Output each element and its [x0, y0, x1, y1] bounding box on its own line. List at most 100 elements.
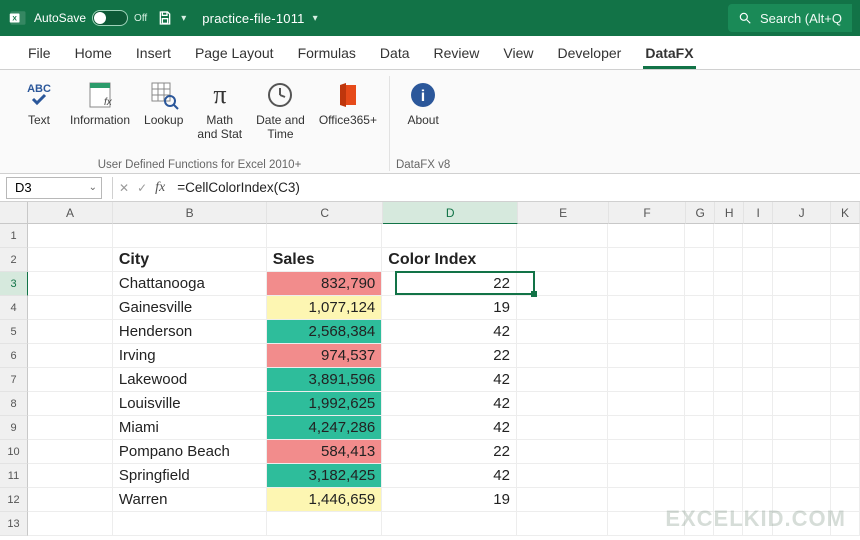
- cell-A5[interactable]: [28, 320, 113, 344]
- name-box[interactable]: D3 ⌄: [6, 177, 102, 199]
- cell-C3[interactable]: 832,790: [267, 272, 383, 296]
- cancel-icon[interactable]: ✕: [119, 181, 129, 195]
- cell-F2[interactable]: [608, 248, 685, 272]
- cell-B1[interactable]: [113, 224, 267, 248]
- cell-E6[interactable]: [517, 344, 608, 368]
- cell-A7[interactable]: [28, 368, 113, 392]
- col-header-D[interactable]: D: [383, 202, 518, 224]
- cell-I6[interactable]: [743, 344, 772, 368]
- cell-B11[interactable]: Springfield: [113, 464, 267, 488]
- cell-C12[interactable]: 1,446,659: [267, 488, 383, 512]
- col-header-F[interactable]: F: [609, 202, 686, 224]
- col-header-J[interactable]: J: [773, 202, 831, 224]
- cell-B10[interactable]: Pompano Beach: [113, 440, 267, 464]
- row-header-7[interactable]: 7: [0, 368, 28, 392]
- cell-F12[interactable]: [608, 488, 685, 512]
- tab-datafx[interactable]: DataFX: [633, 36, 705, 69]
- cell-G2[interactable]: [685, 248, 714, 272]
- cell-J7[interactable]: [773, 368, 831, 392]
- row-header-9[interactable]: 9: [0, 416, 28, 440]
- col-header-H[interactable]: H: [715, 202, 744, 224]
- tab-insert[interactable]: Insert: [124, 36, 183, 69]
- cell-H13[interactable]: [714, 512, 743, 536]
- cell-I4[interactable]: [743, 296, 772, 320]
- cell-H11[interactable]: [714, 464, 743, 488]
- cell-H8[interactable]: [714, 392, 743, 416]
- cell-G8[interactable]: [685, 392, 714, 416]
- cell-I7[interactable]: [743, 368, 772, 392]
- cell-I3[interactable]: [743, 272, 772, 296]
- cell-C6[interactable]: 974,537: [267, 344, 383, 368]
- row-header-6[interactable]: 6: [0, 344, 28, 368]
- tab-formulas[interactable]: Formulas: [286, 36, 368, 69]
- cell-H3[interactable]: [714, 272, 743, 296]
- ribbon-btn-information[interactable]: fxInformation: [64, 76, 136, 144]
- cell-I9[interactable]: [743, 416, 772, 440]
- cell-A13[interactable]: [28, 512, 113, 536]
- cell-E7[interactable]: [517, 368, 608, 392]
- row-header-12[interactable]: 12: [0, 488, 28, 512]
- qat-dropdown-icon[interactable]: ▾: [181, 13, 186, 24]
- cell-I13[interactable]: [743, 512, 772, 536]
- cell-J9[interactable]: [773, 416, 831, 440]
- cell-H1[interactable]: [714, 224, 743, 248]
- row-header-10[interactable]: 10: [0, 440, 28, 464]
- cell-A9[interactable]: [28, 416, 113, 440]
- cell-I1[interactable]: [743, 224, 772, 248]
- cell-G9[interactable]: [685, 416, 714, 440]
- col-header-A[interactable]: A: [28, 202, 113, 224]
- tab-home[interactable]: Home: [63, 36, 124, 69]
- cell-B8[interactable]: Louisville: [113, 392, 267, 416]
- cell-G13[interactable]: [685, 512, 714, 536]
- cell-J2[interactable]: [773, 248, 831, 272]
- cell-F9[interactable]: [608, 416, 685, 440]
- ribbon-btn-lookup[interactable]: Lookup: [138, 76, 189, 144]
- cell-D12[interactable]: 19: [382, 488, 517, 512]
- cell-F13[interactable]: [608, 512, 685, 536]
- cell-K1[interactable]: [831, 224, 860, 248]
- cell-K5[interactable]: [831, 320, 860, 344]
- cell-I12[interactable]: [743, 488, 772, 512]
- ribbon-btn-math[interactable]: πMathand Stat: [191, 76, 248, 144]
- cell-B13[interactable]: [113, 512, 267, 536]
- cell-H12[interactable]: [714, 488, 743, 512]
- col-header-K[interactable]: K: [831, 202, 860, 224]
- cell-B7[interactable]: Lakewood: [113, 368, 267, 392]
- cell-G5[interactable]: [685, 320, 714, 344]
- cell-A11[interactable]: [28, 464, 113, 488]
- cell-D10[interactable]: 22: [382, 440, 517, 464]
- ribbon-btn-date-and[interactable]: Date andTime: [250, 76, 311, 144]
- tab-file[interactable]: File: [16, 36, 63, 69]
- cell-J5[interactable]: [773, 320, 831, 344]
- cell-C7[interactable]: 3,891,596: [267, 368, 383, 392]
- row-header-3[interactable]: 3: [0, 272, 28, 296]
- col-header-I[interactable]: I: [744, 202, 773, 224]
- cell-E2[interactable]: [517, 248, 608, 272]
- cell-A6[interactable]: [28, 344, 113, 368]
- fx-icon[interactable]: fx: [155, 180, 165, 196]
- cell-D3[interactable]: 22: [382, 272, 517, 296]
- spreadsheet-grid[interactable]: 12345678910111213 ABCDEFGHIJK CitySalesC…: [0, 202, 860, 540]
- cell-H5[interactable]: [714, 320, 743, 344]
- cell-H9[interactable]: [714, 416, 743, 440]
- cell-J12[interactable]: [773, 488, 831, 512]
- cell-B6[interactable]: Irving: [113, 344, 267, 368]
- cell-B3[interactable]: Chattanooga: [113, 272, 267, 296]
- cell-C4[interactable]: 1,077,124: [267, 296, 383, 320]
- row-header-1[interactable]: 1: [0, 224, 28, 248]
- cell-E9[interactable]: [517, 416, 608, 440]
- cell-I5[interactable]: [743, 320, 772, 344]
- cell-G1[interactable]: [685, 224, 714, 248]
- cell-E12[interactable]: [517, 488, 608, 512]
- filename-dropdown-icon[interactable]: ▾: [313, 13, 318, 24]
- search-box[interactable]: Search (Alt+Q: [728, 4, 852, 32]
- cell-H7[interactable]: [714, 368, 743, 392]
- cell-J8[interactable]: [773, 392, 831, 416]
- cell-J10[interactable]: [773, 440, 831, 464]
- cell-J11[interactable]: [773, 464, 831, 488]
- cell-F4[interactable]: [608, 296, 685, 320]
- cell-A8[interactable]: [28, 392, 113, 416]
- cell-J1[interactable]: [773, 224, 831, 248]
- col-header-B[interactable]: B: [113, 202, 267, 224]
- cell-D9[interactable]: 42: [382, 416, 517, 440]
